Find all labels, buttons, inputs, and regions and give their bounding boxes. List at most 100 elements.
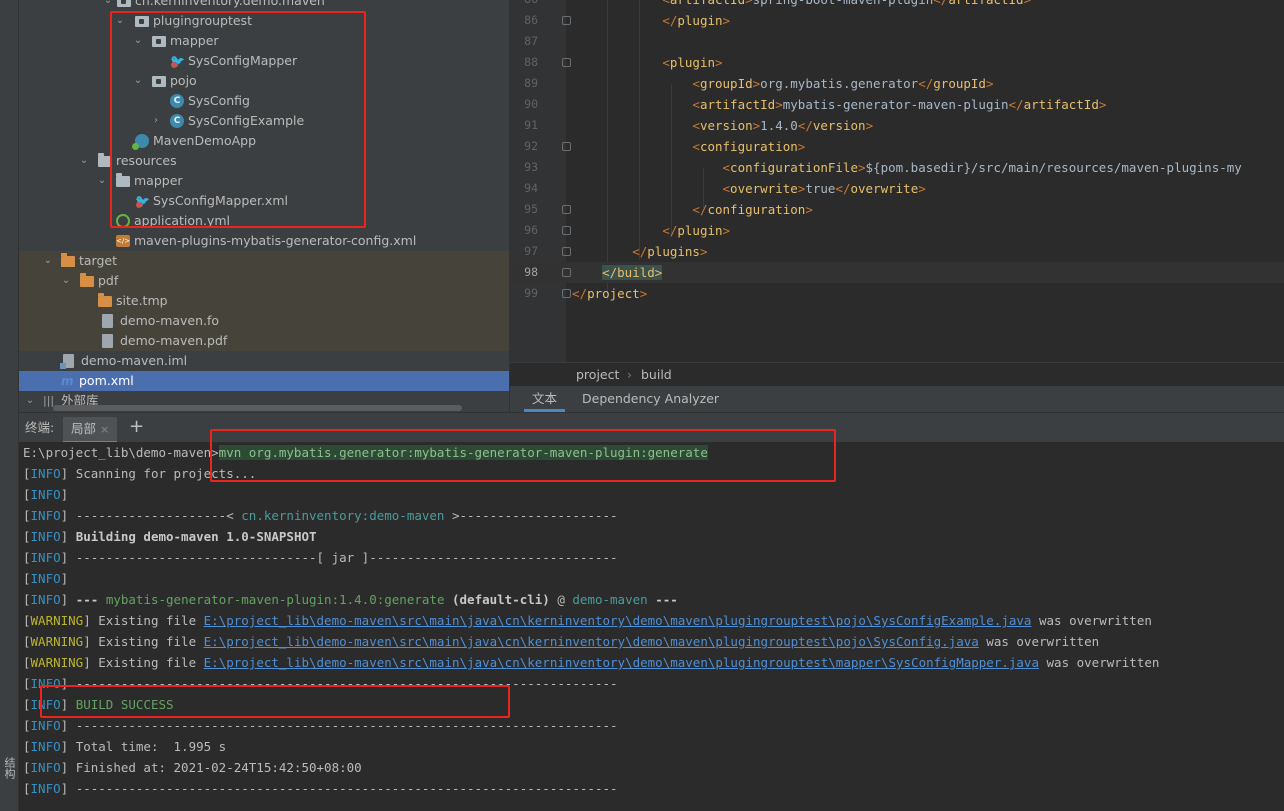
terminal-text: >--------------------- [444, 508, 618, 523]
chevron-down-icon[interactable]: ⌄ [41, 251, 55, 271]
code-line[interactable]: 86 <artifactId>spring-boot-maven-plugin<… [510, 0, 1284, 10]
terminal-text: INFO [30, 508, 61, 523]
code-token: project [587, 286, 640, 301]
terminal-line: [INFO] ---------------------------------… [23, 715, 618, 736]
file-path-link[interactable]: E:\project_lib\demo-maven\src\main\java\… [204, 655, 1039, 670]
line-number: 90 [524, 97, 538, 111]
file-path-link[interactable]: E:\project_lib\demo-maven\src\main\java\… [204, 634, 979, 649]
code-line[interactable]: 89 <groupId>org.mybatis.generator</group… [510, 73, 1284, 94]
code-token: configurationFile [730, 160, 858, 175]
code-token: plugin [677, 13, 723, 28]
code-token: version [699, 118, 753, 133]
tree-item[interactable]: ⌄ pdf [19, 271, 509, 291]
fold-marker-icon[interactable] [562, 289, 571, 298]
breadcrumb-separator: › [627, 367, 632, 382]
fold-marker-icon[interactable] [562, 58, 571, 67]
terminal-text: ] --------------------------------------… [60, 781, 618, 796]
chevron-down-icon[interactable]: ⌄ [101, 0, 115, 11]
code-token: </ [572, 286, 588, 301]
code-token: </ [662, 13, 678, 28]
tree-item-label: pom.xml [79, 373, 134, 388]
terminal-text: INFO [30, 571, 61, 586]
code-line[interactable]: 97 </plugins> [510, 241, 1284, 262]
code-line[interactable]: 91 <version>1.4.0</version> [510, 115, 1284, 136]
terminal-line: [INFO] [23, 568, 68, 589]
tree-item[interactable]: m pom.xml [19, 371, 509, 391]
code-line[interactable]: 95 </configuration> [510, 199, 1284, 220]
code-line[interactable]: 86 </plugin> [510, 10, 1284, 31]
chevron-down-icon[interactable]: ⌄ [23, 391, 37, 411]
code-token: artifactId [699, 97, 776, 112]
tree-item[interactable]: ⌄ cn.kerninventory.demo.maven [19, 0, 509, 11]
terminal-text: Building demo-maven 1.0-SNAPSHOT [75, 529, 317, 544]
tree-item[interactable]: ⌄ target [19, 251, 509, 271]
code-line[interactable]: 92 <configuration> [510, 136, 1284, 157]
code-token: > [1098, 97, 1107, 112]
terminal-text: WARNING [30, 655, 84, 670]
code-token: </ [1008, 97, 1024, 112]
terminal-text: ] Total time: 1.995 s [60, 739, 227, 754]
code-line[interactable]: 87 [510, 31, 1284, 52]
fold-marker-icon[interactable] [562, 226, 571, 235]
terminal-text: E:\project_lib\demo-maven> [23, 445, 219, 460]
code-token: configuration [699, 139, 798, 154]
file-path-link[interactable]: E:\project_lib\demo-maven\src\main\java\… [204, 613, 1032, 628]
code-line[interactable]: 94 <overwrite>true</overwrite> [510, 178, 1284, 199]
tree-item[interactable]: demo-maven.iml [19, 351, 509, 371]
tab-text[interactable]: 文本 [524, 386, 566, 412]
terminal-text: INFO [30, 529, 61, 544]
terminal-text: ] [60, 487, 69, 502]
code-text: <overwrite>true</overwrite> [572, 178, 926, 199]
fold-marker-icon[interactable] [562, 247, 571, 256]
code-editor[interactable]: 86 <artifactId>spring-boot-maven-plugin<… [509, 0, 1284, 412]
terminal-text: [ [23, 718, 31, 733]
tree-item[interactable]: demo-maven.fo [19, 311, 509, 331]
chevron-down-icon[interactable]: ⌄ [95, 171, 109, 191]
chevron-down-icon[interactable]: ⌄ [59, 271, 73, 291]
terminal-text: INFO [30, 781, 61, 796]
breadcrumb-project[interactable]: project [576, 363, 619, 386]
tree-item[interactable]: demo-maven.pdf [19, 331, 509, 351]
tree-item-label: maven-plugins-mybatis-generator-config.x… [134, 233, 417, 248]
terminal-line: [WARNING] Existing file E:\project_lib\d… [23, 610, 1152, 631]
terminal-text: [ [23, 613, 31, 628]
folder-icon [80, 273, 94, 287]
code-token: </ [918, 76, 934, 91]
breadcrumb-build[interactable]: build [641, 363, 672, 386]
terminal-output[interactable]: E:\project_lib\demo-maven>mvn org.mybati… [19, 442, 1284, 811]
terminal-tab-local[interactable]: 局部 × [63, 417, 118, 443]
tab-dependency-analyzer[interactable]: Dependency Analyzer [582, 386, 719, 412]
terminal-text: INFO [30, 466, 61, 481]
code-token: > [985, 76, 994, 91]
fold-marker-icon[interactable] [562, 142, 571, 151]
add-terminal-button[interactable]: + [129, 412, 144, 442]
code-line[interactable]: 93 <configurationFile>${pom.basedir}/src… [510, 157, 1284, 178]
code-line[interactable]: 88 <plugin> [510, 52, 1284, 73]
code-token: < [722, 160, 731, 175]
code-token: > [918, 181, 926, 196]
close-icon[interactable]: × [100, 423, 109, 436]
line-number: 92 [524, 139, 538, 153]
code-token: plugin [677, 223, 723, 238]
fold-marker-icon[interactable] [562, 268, 571, 277]
terminal-text: INFO [30, 592, 61, 607]
fold-marker-icon[interactable] [562, 205, 571, 214]
code-line[interactable]: 96 </plugin> [510, 220, 1284, 241]
tree-item[interactable]: </> maven-plugins-mybatis-generator-confi… [19, 231, 509, 251]
tree-horizontal-scrollbar[interactable] [53, 405, 462, 411]
code-line[interactable]: 98 </build> [510, 262, 1284, 283]
fold-marker-icon[interactable] [562, 16, 571, 25]
tree-item[interactable]: site.tmp [19, 291, 509, 311]
line-number: 94 [524, 181, 538, 195]
maven-icon: m [61, 374, 74, 388]
terminal-text: [ [23, 634, 31, 649]
terminal-text: ] Finished at: 2021-02-24T15:42:50+08:00 [60, 760, 362, 775]
structure-tool-tab[interactable]: 结构 [2, 756, 17, 780]
code-line[interactable]: 90 <artifactId>mybatis-generator-maven-p… [510, 94, 1284, 115]
terminal-text: ] --------------------< [60, 508, 242, 523]
line-number: 86 [510, 0, 538, 10]
code-line[interactable]: 99 </project> [510, 283, 1284, 304]
chevron-down-icon[interactable]: ⌄ [77, 151, 91, 171]
